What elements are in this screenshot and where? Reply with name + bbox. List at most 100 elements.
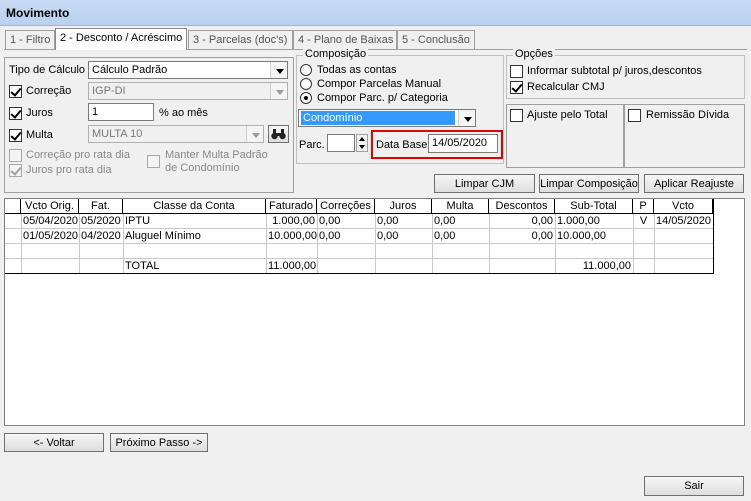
- proximo-passo-button[interactable]: Próximo Passo ->: [110, 433, 208, 452]
- recalcular-cmj-label: Recalcular CMJ: [527, 81, 605, 93]
- tab-parcelas[interactable]: 3 - Parcelas (doc's): [188, 30, 293, 49]
- juros-input[interactable]: 1: [88, 103, 154, 121]
- parc-label: Parc.: [299, 139, 325, 151]
- ajuste-total-label: Ajuste pelo Total: [527, 109, 608, 121]
- cell-faturado: 1.000,00: [272, 215, 315, 227]
- tipo-calculo-select[interactable]: Cálculo Padrão: [88, 61, 288, 79]
- movimento-table[interactable]: Vcto Orig. Fat. Classe da Conta Faturado…: [4, 198, 745, 426]
- cell-sub-total: 1.000,00: [557, 215, 600, 227]
- cell-faturado: 10.000,00: [268, 230, 317, 242]
- manter-multa-label-line2: de Condomínio: [165, 162, 240, 174]
- row-indicator: [5, 214, 21, 229]
- data-base-input[interactable]: 14/05/2020: [428, 134, 498, 153]
- col-juros[interactable]: Juros: [375, 199, 432, 214]
- parc-spinner[interactable]: [356, 134, 368, 152]
- tab-plano-baixas[interactable]: 4 - Plano de Baixas: [293, 30, 397, 49]
- todas-contas-radio[interactable]: [300, 64, 312, 76]
- tipo-calculo-value: Cálculo Padrão: [92, 64, 168, 76]
- recalcular-cmj-checkbox[interactable]: [510, 81, 523, 94]
- cell-total-sub-total: 11.000,00: [582, 260, 631, 272]
- table-row[interactable]: 01/05/2020 04/2020 Aluguel Mínimo 10.000…: [5, 229, 713, 244]
- remissao-divida-checkbox[interactable]: [628, 109, 641, 122]
- col-sub-total[interactable]: Sub-Total: [555, 199, 633, 214]
- juros-pro-rata-label: Juros pro rata dia: [26, 164, 112, 176]
- col-classe-conta[interactable]: Classe da Conta: [123, 199, 266, 214]
- correcao-value: IGP-DI: [92, 85, 126, 97]
- compor-manual-label: Compor Parcelas Manual: [317, 78, 442, 90]
- cell-vcto: 14/05/2020: [656, 215, 712, 227]
- categoria-value: Condomínio: [301, 111, 455, 125]
- remissao-divida-label: Remissão Dívida: [646, 109, 730, 121]
- col-fat[interactable]: Fat.: [79, 199, 123, 214]
- cell-juros: 0,00: [377, 230, 399, 242]
- col-vcto-orig[interactable]: Vcto Orig.: [21, 199, 79, 214]
- row-indicator: [5, 229, 21, 244]
- window-title: Movimento: [6, 6, 70, 20]
- correcao-pro-rata-label: Correção pro rata dia: [26, 149, 130, 161]
- tab-filtro[interactable]: 1 - Filtro: [5, 30, 55, 49]
- multa-value: MULTA 10: [92, 128, 143, 140]
- table-row[interactable]: [5, 244, 713, 259]
- cell-correcoes: 0,00: [319, 230, 341, 242]
- multa-checkbox[interactable]: [9, 129, 22, 142]
- categoria-select[interactable]: Condomínio: [298, 109, 476, 127]
- aplicar-reajuste-button[interactable]: Aplicar Reajuste: [644, 174, 744, 193]
- cell-correcoes: 0,00: [319, 215, 341, 227]
- cell-descontos: 0,00: [531, 230, 553, 242]
- correcao-select[interactable]: IGP-DI: [88, 82, 288, 100]
- limpar-composicao-button[interactable]: Limpar Composição: [539, 174, 639, 193]
- chevron-down-icon[interactable]: [458, 110, 475, 126]
- multa-select[interactable]: MULTA 10: [88, 125, 264, 143]
- cell-vcto-orig: 05/04/2020: [23, 215, 79, 227]
- manter-multa-checkbox[interactable]: [147, 155, 160, 168]
- composicao-legend: Composição: [303, 48, 369, 60]
- table-total-row: TOTAL 11.000,00 11.000,00: [5, 259, 713, 274]
- informar-subtotal-label: Informar subtotal p/ juros,descontos: [527, 65, 702, 77]
- binoculars-search-button[interactable]: [268, 125, 289, 143]
- chevron-down-icon[interactable]: [270, 83, 287, 99]
- cell-sub-total: 10.000,00: [557, 230, 606, 242]
- informar-subtotal-checkbox[interactable]: [510, 65, 523, 78]
- multa-label: Multa: [26, 129, 53, 141]
- col-p[interactable]: P: [633, 199, 654, 214]
- table-header: Vcto Orig. Fat. Classe da Conta Faturado…: [5, 199, 713, 214]
- chevron-down-icon[interactable]: [246, 126, 263, 142]
- cell-multa: 0,00: [434, 215, 456, 227]
- ajuste-total-checkbox[interactable]: [510, 109, 523, 122]
- col-multa[interactable]: Multa: [432, 199, 489, 214]
- juros-checkbox[interactable]: [9, 107, 22, 120]
- cell-total-faturado: 11.000,00: [268, 260, 317, 272]
- chevron-down-icon[interactable]: [270, 62, 287, 78]
- todas-contas-label: Todas as contas: [317, 64, 397, 76]
- spin-down-icon[interactable]: [359, 145, 365, 149]
- row-indicator: [5, 244, 21, 259]
- cell-classe-conta: IPTU: [125, 215, 151, 227]
- sair-button[interactable]: Sair: [644, 476, 744, 496]
- parc-input[interactable]: [327, 134, 355, 152]
- tab-desconto-acrescimo[interactable]: 2 - Desconto / Acréscimo: [55, 28, 187, 50]
- cell-vcto: [654, 229, 713, 244]
- cell-fat: 04/2020: [81, 230, 121, 242]
- juros-pro-rata-checkbox[interactable]: [9, 164, 22, 177]
- table-row[interactable]: 05/04/2020 05/2020 IPTU 1.000,00 0,00 0,…: [5, 214, 713, 229]
- col-faturado[interactable]: Faturado: [266, 199, 317, 214]
- correcao-pro-rata-checkbox[interactable]: [9, 149, 22, 162]
- compor-categoria-radio[interactable]: [300, 92, 312, 104]
- correcao-label: Correção: [26, 85, 72, 97]
- correcao-checkbox[interactable]: [9, 85, 22, 98]
- grid-line: [713, 199, 714, 274]
- tab-conclusao[interactable]: 5 - Conclusão: [397, 30, 475, 49]
- cell-p: [633, 229, 654, 244]
- compor-manual-radio[interactable]: [300, 78, 312, 90]
- col-correcoes[interactable]: Correções: [317, 199, 375, 214]
- cell-total-label: TOTAL: [125, 260, 160, 272]
- col-vcto[interactable]: Vcto: [654, 199, 713, 214]
- data-base-label: Data Base: [376, 139, 428, 151]
- title-bar: Movimento: [0, 0, 751, 26]
- spin-up-icon[interactable]: [359, 137, 365, 141]
- voltar-button[interactable]: <- Voltar: [4, 433, 104, 452]
- row-indicator-header: [5, 199, 21, 214]
- limpar-cjm-button[interactable]: Limpar CJM: [434, 174, 535, 193]
- col-descontos[interactable]: Descontos: [489, 199, 555, 214]
- opcoes-legend: Opções: [513, 48, 555, 60]
